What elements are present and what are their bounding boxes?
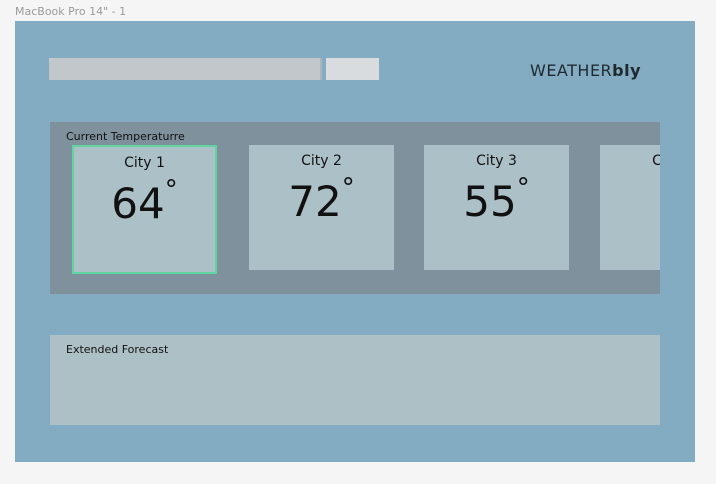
temperature-value: 3: [659, 177, 660, 226]
city-temperature: 72°: [249, 175, 394, 223]
city-card[interactable]: City 2 72°: [249, 145, 394, 270]
city-card[interactable]: City 4 3: [600, 145, 660, 270]
frame-label: MacBook Pro 14" - 1: [15, 5, 127, 18]
degree-symbol: °: [164, 175, 178, 205]
temperature-value: 72: [288, 177, 342, 226]
brand-logo: WEATHERbly: [530, 61, 641, 80]
app-canvas: WEATHERbly Current Temperaturre City 1 6…: [15, 21, 695, 462]
city-temperature: 3: [600, 181, 660, 223]
search-input[interactable]: [49, 58, 322, 80]
temperature-value: 64: [111, 179, 165, 228]
city-temperature: 55°: [424, 175, 569, 223]
degree-symbol: °: [341, 173, 355, 203]
degree-symbol: °: [516, 173, 530, 203]
brand-logo-bold: bly: [612, 61, 642, 80]
search-button[interactable]: [326, 58, 379, 80]
city-name: City 4: [652, 153, 660, 169]
city-name: City 3: [476, 153, 517, 169]
extended-forecast-panel: Extended Forecast: [50, 335, 660, 425]
city-name: City 2: [301, 153, 342, 169]
city-temperature: 64°: [74, 177, 215, 225]
extended-forecast-title: Extended Forecast: [66, 343, 169, 356]
city-card[interactable]: City 1 64°: [72, 145, 217, 274]
current-temperature-title: Current Temperaturre: [66, 130, 185, 143]
brand-logo-light: WEATHER: [530, 61, 613, 80]
current-temperature-panel: Current Temperaturre City 1 64° City 2 7…: [50, 122, 660, 294]
temperature-value: 55: [463, 177, 517, 226]
city-name: City 1: [124, 155, 165, 171]
city-card[interactable]: City 3 55°: [424, 145, 569, 270]
